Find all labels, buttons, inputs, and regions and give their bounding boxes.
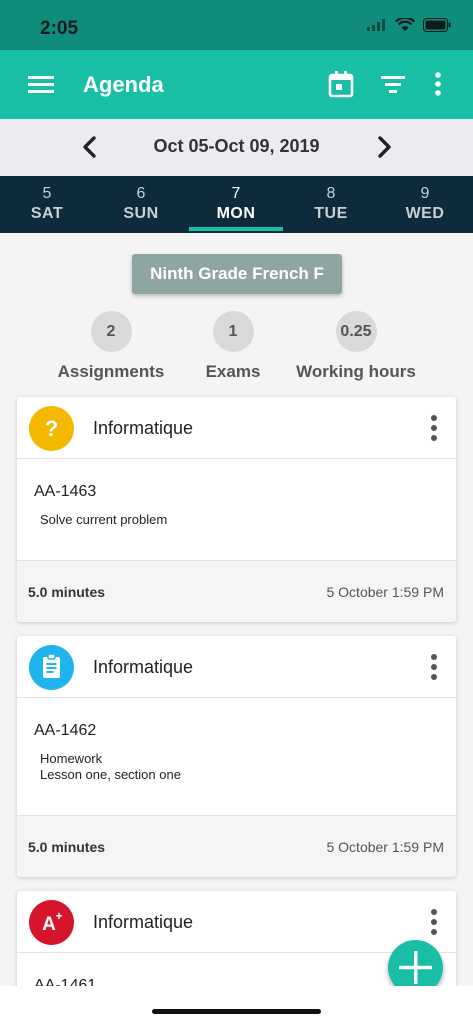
- svg-text:?: ?: [45, 416, 58, 441]
- stat-label: Exams: [205, 362, 261, 381]
- stat-value: 2: [90, 311, 132, 352]
- week-navigator: Oct 05-Oct 09, 2019: [0, 119, 473, 176]
- day-name: MON: [216, 205, 256, 222]
- day-name: SAT: [30, 205, 64, 222]
- day-name: SUN: [123, 205, 159, 222]
- home-indicator[interactable]: [152, 1009, 321, 1014]
- assignment-card[interactable]: ? Informatique AA-1463 Solve current pro…: [17, 397, 456, 622]
- stat-exams: 1 Exams: [200, 311, 266, 382]
- chevron-right-icon[interactable]: [372, 135, 396, 159]
- card-footer: 5.0 minutes 5 October 1:59 PM: [17, 815, 456, 877]
- stat-working-hours: 0.25 Working hours: [294, 311, 418, 382]
- svg-text:+: +: [55, 909, 62, 923]
- stat-value: 1: [212, 311, 254, 352]
- battery-icon: [423, 18, 451, 32]
- card-code: AA-1462: [34, 722, 97, 739]
- day-number: 5: [42, 185, 52, 202]
- card-date: 5 October 1:59 PM: [326, 584, 444, 600]
- wifi-icon: [395, 18, 415, 31]
- status-icons: [367, 18, 451, 32]
- card-duration: 5.0 minutes: [28, 839, 106, 855]
- signal-icon: [367, 19, 385, 31]
- card-description: Homework Lesson one, section one: [40, 751, 181, 783]
- menu-icon[interactable]: [28, 72, 54, 96]
- day-number: 7: [231, 185, 241, 202]
- day-number: 8: [326, 185, 336, 202]
- assignment-card[interactable]: Informatique AA-1462 Homework Lesson one…: [17, 636, 456, 877]
- card-subject: Informatique: [93, 912, 194, 932]
- card-subject: Informatique: [93, 418, 194, 438]
- more-vert-icon[interactable]: [424, 70, 452, 98]
- card-footer: 5.0 minutes 5 October 1:59 PM: [17, 560, 456, 622]
- card-description-line: Solve current problem: [40, 512, 168, 527]
- tab-day-tue[interactable]: 8 TUE: [284, 176, 378, 233]
- day-name: TUE: [314, 205, 348, 222]
- class-selector-button[interactable]: Ninth Grade French F: [132, 254, 342, 294]
- stat-assignments: 2 Assignments: [56, 311, 166, 382]
- stat-label: Assignments: [57, 362, 165, 381]
- active-tab-indicator: [189, 227, 283, 231]
- card-more-icon[interactable]: [424, 652, 444, 682]
- status-time: 2:05: [40, 18, 79, 39]
- card-description-line: Lesson one, section one: [40, 767, 181, 782]
- week-range: Oct 05-Oct 09, 2019: [153, 136, 320, 156]
- tab-day-wed[interactable]: 9 WED: [378, 176, 472, 233]
- card-more-icon[interactable]: [424, 907, 444, 937]
- grade-a-plus-icon: A +: [29, 900, 74, 945]
- app-bar: Agenda: [0, 50, 473, 119]
- card-more-icon[interactable]: [424, 413, 444, 443]
- stat-label: Working hours: [296, 362, 416, 381]
- tab-day-mon[interactable]: 7 MON: [189, 176, 283, 233]
- filter-icon[interactable]: [379, 70, 407, 98]
- card-description-line: Homework: [40, 751, 103, 766]
- card-body: AA-1462 Homework Lesson one, section one…: [17, 698, 456, 877]
- day-number: 6: [136, 185, 146, 202]
- day-name: WED: [405, 205, 445, 222]
- page-title: Agenda: [83, 72, 164, 97]
- calendar-icon[interactable]: [327, 70, 355, 98]
- stat-value: 0.25: [335, 311, 377, 352]
- card-body: AA-1463 Solve current problem 5.0 minute…: [17, 459, 456, 622]
- card-header: ? Informatique: [17, 397, 456, 459]
- tab-day-sat[interactable]: 5 SAT: [0, 176, 94, 233]
- status-bar: 2:05: [0, 0, 473, 50]
- day-tabs: 5 SAT 6 SUN 7 MON 8 TUE 9 WED: [0, 176, 473, 233]
- card-duration: 5.0 minutes: [28, 584, 106, 600]
- tab-day-sun[interactable]: 6 SUN: [94, 176, 188, 233]
- svg-text:A: A: [42, 914, 56, 935]
- card-header: Informatique: [17, 636, 456, 698]
- question-icon: ?: [29, 406, 74, 451]
- day-number: 9: [420, 185, 430, 202]
- card-date: 5 October 1:59 PM: [326, 839, 444, 855]
- card-subject: Informatique: [93, 657, 194, 677]
- card-description: Solve current problem: [40, 512, 167, 528]
- home-indicator-bar: [0, 986, 473, 1024]
- clipboard-icon: [29, 645, 74, 690]
- card-code: AA-1463: [34, 483, 97, 500]
